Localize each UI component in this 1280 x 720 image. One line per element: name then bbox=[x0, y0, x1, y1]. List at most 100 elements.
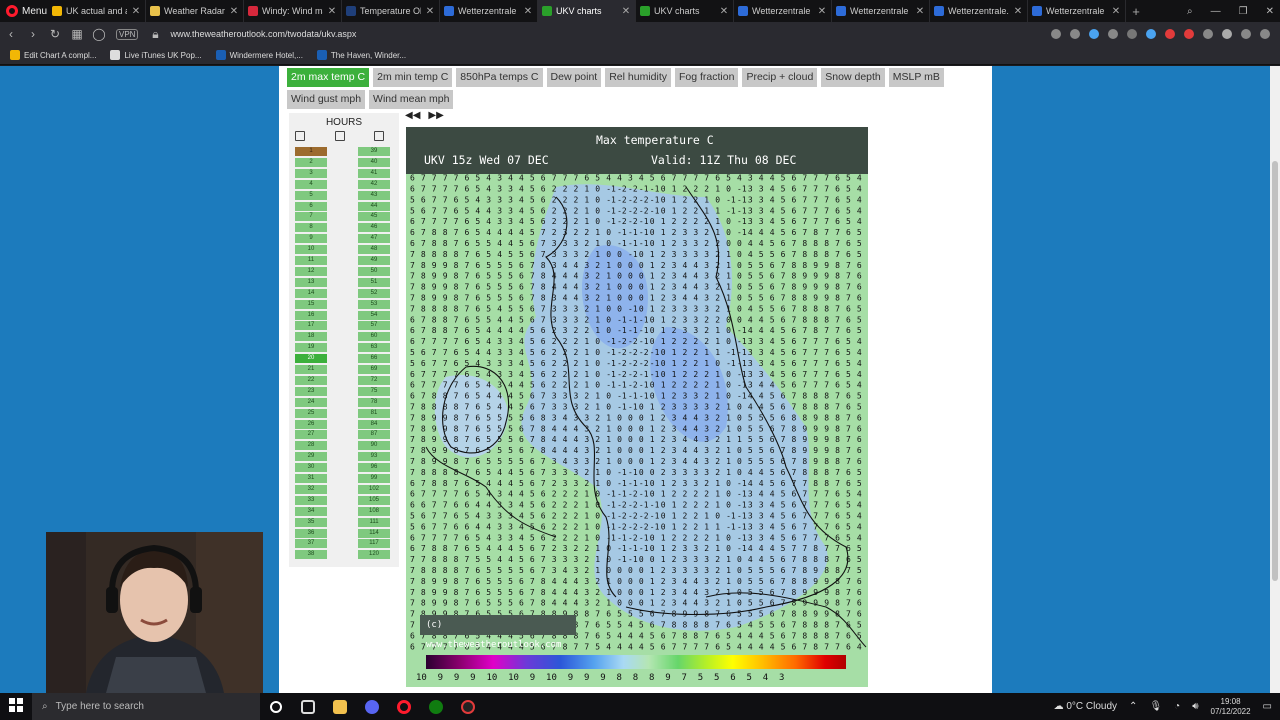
tab-close-icon[interactable]: ✕ bbox=[915, 6, 925, 17]
windows-start-icon[interactable] bbox=[0, 698, 32, 715]
hour-button[interactable]: 87 bbox=[358, 430, 390, 440]
profile-icon[interactable] bbox=[1222, 29, 1232, 39]
discord-icon[interactable] bbox=[356, 693, 388, 720]
scrollbar-thumb[interactable] bbox=[1272, 161, 1278, 581]
browser-menu-button[interactable]: Menu bbox=[0, 0, 48, 22]
hour-button[interactable]: 102 bbox=[358, 484, 390, 494]
security-icon[interactable]: ◯ bbox=[88, 27, 110, 41]
tab-close-icon[interactable]: ✕ bbox=[817, 6, 827, 17]
hour-button[interactable]: 29 bbox=[295, 452, 327, 462]
hour-button[interactable]: 10 bbox=[295, 245, 327, 255]
hour-button[interactable]: 18 bbox=[295, 332, 327, 342]
hour-button[interactable]: 27 bbox=[295, 430, 327, 440]
microphone-icon[interactable]: 🎙︎ bbox=[1149, 701, 1162, 712]
tab-close-icon[interactable]: ✕ bbox=[719, 6, 729, 17]
browser-tab[interactable]: Wetterzentrale.de✕ bbox=[930, 0, 1028, 22]
tab-close-icon[interactable]: ✕ bbox=[523, 6, 533, 17]
browser-tab[interactable]: Wetterzentrale - ✕ bbox=[832, 0, 930, 22]
hour-button[interactable]: 3 bbox=[295, 168, 327, 178]
hour-button[interactable]: 14 bbox=[295, 288, 327, 298]
vpn-badge[interactable]: VPN bbox=[116, 28, 139, 40]
hour-button[interactable]: 5 bbox=[295, 190, 327, 200]
hour-button[interactable]: 41 bbox=[358, 168, 390, 178]
hour-button[interactable]: 26 bbox=[295, 419, 327, 429]
hour-button[interactable]: 51 bbox=[358, 277, 390, 287]
hour-button[interactable]: 35 bbox=[295, 517, 327, 527]
hour-button[interactable]: 78 bbox=[358, 397, 390, 407]
parameter-tab[interactable]: 2m min temp C bbox=[373, 68, 453, 87]
tab-close-icon[interactable]: ✕ bbox=[621, 6, 631, 17]
hour-button[interactable]: 54 bbox=[358, 310, 390, 320]
tab-close-icon[interactable]: ✕ bbox=[131, 6, 141, 17]
parameter-tab[interactable]: Wind gust mph bbox=[287, 90, 366, 109]
hour-button[interactable]: 96 bbox=[358, 463, 390, 473]
back-icon[interactable]: ‹ bbox=[0, 27, 22, 41]
hour-button[interactable]: 105 bbox=[358, 495, 390, 505]
volume-icon[interactable]: 🔊︎ bbox=[1192, 701, 1198, 712]
page-scrollbar[interactable] bbox=[1270, 66, 1280, 693]
hour-button[interactable]: 30 bbox=[295, 463, 327, 473]
hour-button[interactable]: 28 bbox=[295, 441, 327, 451]
notifications-icon[interactable]: ▭ bbox=[1263, 701, 1272, 712]
hour-button[interactable]: 12 bbox=[295, 266, 327, 276]
parameter-tab[interactable]: MSLP mB bbox=[888, 68, 944, 87]
parameter-tab[interactable]: Wind mean mph bbox=[369, 90, 454, 109]
hour-button[interactable]: 7 bbox=[295, 212, 327, 222]
browser-tab[interactable]: UK actual and an✕ bbox=[48, 0, 146, 22]
menu-icon[interactable] bbox=[1260, 29, 1270, 39]
browser-tab[interactable]: Wetterzentrale - ✕ bbox=[1028, 0, 1126, 22]
hour-button[interactable]: 21 bbox=[295, 365, 327, 374]
hour-button[interactable]: 38 bbox=[295, 550, 327, 560]
search-tabs-icon[interactable]: ⌕ bbox=[1187, 6, 1193, 17]
hour-button[interactable]: 33 bbox=[295, 495, 327, 505]
obs-icon[interactable] bbox=[452, 693, 484, 720]
first-frame-icon[interactable] bbox=[295, 131, 305, 141]
reload-icon[interactable]: ↻ bbox=[44, 27, 66, 41]
audio-icon[interactable] bbox=[1146, 29, 1156, 39]
parameter-tab[interactable]: 850hPa temps C bbox=[456, 68, 543, 87]
parameter-tab[interactable]: 2m max temp C bbox=[287, 68, 370, 87]
tab-close-icon[interactable]: ✕ bbox=[1013, 6, 1023, 17]
browser-tab[interactable]: UKV charts ✕ bbox=[538, 0, 636, 22]
hour-button[interactable]: 120 bbox=[358, 550, 390, 560]
parameter-tab[interactable]: Dew point bbox=[546, 68, 602, 87]
network-icon[interactable]: ◔ bbox=[1174, 701, 1180, 712]
hour-button[interactable]: 19 bbox=[295, 343, 327, 353]
hour-button[interactable]: 84 bbox=[358, 419, 390, 429]
hour-button[interactable]: 31 bbox=[295, 474, 327, 483]
abp-icon[interactable] bbox=[1184, 29, 1194, 39]
tiles-icon[interactable]: ▦ bbox=[66, 27, 88, 41]
hour-button[interactable]: 8 bbox=[295, 223, 327, 233]
hour-button[interactable]: 47 bbox=[358, 234, 390, 244]
file-explorer-icon[interactable] bbox=[324, 693, 356, 720]
hour-button[interactable]: 32 bbox=[295, 484, 327, 494]
hour-button[interactable]: 11 bbox=[295, 256, 327, 265]
url-field[interactable]: www.theweatheroutlook.com/twodata/ukv.as… bbox=[170, 29, 356, 39]
hour-button[interactable]: 93 bbox=[358, 452, 390, 462]
restore-icon[interactable]: ❐ bbox=[1239, 6, 1248, 17]
hour-button[interactable]: 46 bbox=[358, 223, 390, 233]
hour-button[interactable]: 63 bbox=[358, 343, 390, 353]
parameter-tab[interactable]: Precip + cloud bbox=[742, 68, 818, 87]
previous-chart-icon[interactable]: ◀◀ bbox=[405, 110, 420, 121]
hour-button[interactable]: 4 bbox=[295, 179, 327, 189]
download-icon[interactable] bbox=[1241, 29, 1251, 39]
flag-icon[interactable] bbox=[1165, 29, 1175, 39]
hour-button[interactable]: 99 bbox=[358, 474, 390, 483]
hour-button[interactable]: 2 bbox=[295, 157, 327, 167]
hour-button[interactable]: 69 bbox=[358, 365, 390, 374]
hour-button[interactable]: 6 bbox=[295, 201, 327, 211]
shield-icon[interactable] bbox=[1089, 29, 1099, 39]
tab-close-icon[interactable]: ✕ bbox=[229, 6, 239, 17]
hour-button[interactable]: 17 bbox=[295, 321, 327, 331]
hour-button[interactable]: 40 bbox=[358, 157, 390, 167]
hour-button[interactable]: 23 bbox=[295, 386, 327, 396]
new-tab-button[interactable]: + bbox=[1126, 4, 1146, 19]
hour-button[interactable]: 39 bbox=[358, 147, 390, 156]
tab-close-icon[interactable]: ✕ bbox=[1111, 6, 1121, 17]
bookmark-item[interactable]: Edit Chart A compl... bbox=[10, 50, 96, 60]
hour-button[interactable]: 45 bbox=[358, 212, 390, 222]
tab-close-icon[interactable]: ✕ bbox=[327, 6, 337, 17]
extension-icon[interactable] bbox=[1127, 29, 1137, 39]
cortana-icon[interactable] bbox=[260, 693, 292, 720]
